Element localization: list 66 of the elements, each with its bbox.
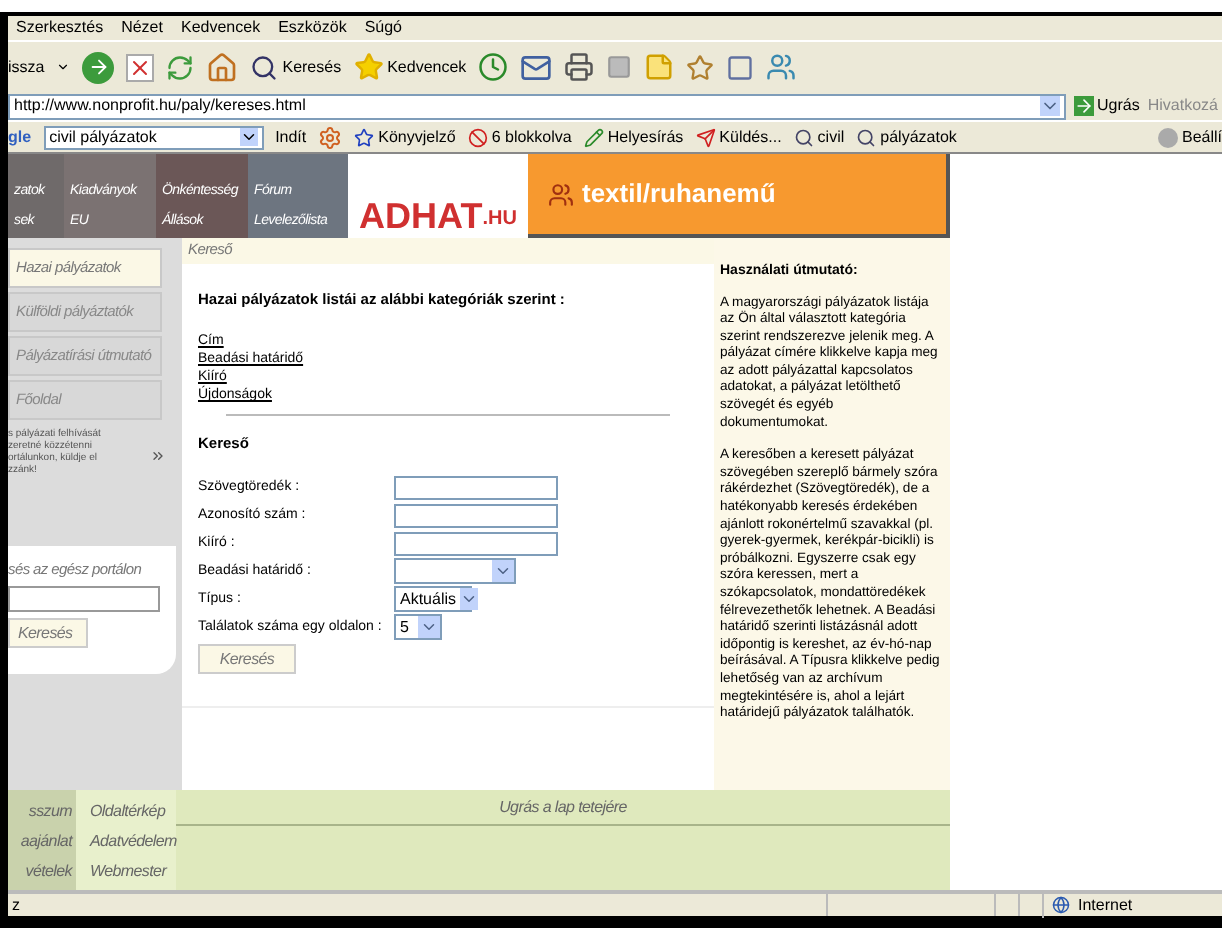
- menu-item[interactable]: Eszközök: [278, 16, 347, 40]
- menu-item[interactable]: Nézet: [121, 16, 163, 40]
- go-button[interactable]: Ugrás: [1073, 94, 1140, 118]
- dropdown-icon: [460, 588, 479, 611]
- zone-label: Internet: [1078, 893, 1133, 917]
- messenger-icon[interactable]: [766, 52, 797, 82]
- pencil-icon: [583, 127, 604, 147]
- stop-icon[interactable]: [126, 53, 155, 81]
- favorites-button[interactable]: Kedvencek: [353, 52, 467, 82]
- bookmarks-button[interactable]: Könyvjelző: [354, 125, 456, 149]
- google-logo: gle: [8, 125, 32, 149]
- settings-button[interactable]: Beállí: [1157, 125, 1222, 149]
- arrow-icon[interactable]: [150, 448, 166, 464]
- note-icon[interactable]: [644, 52, 675, 82]
- input-field[interactable]: [394, 475, 558, 500]
- site-search-field[interactable]: [8, 586, 160, 613]
- figure-icon: [548, 181, 574, 207]
- search-button[interactable]: Keresés: [198, 644, 296, 674]
- refresh-icon[interactable]: [166, 53, 195, 81]
- dropdown-icon[interactable]: [239, 128, 258, 146]
- search-icon: [856, 127, 877, 147]
- footer-link[interactable]: vételek: [25, 859, 72, 881]
- highlight-term-button[interactable]: pályázatok: [856, 125, 957, 149]
- forward-icon[interactable]: [82, 51, 115, 83]
- select-field[interactable]: [394, 558, 516, 585]
- caret-icon[interactable]: [56, 60, 71, 74]
- back-button[interactable]: issza: [8, 55, 45, 79]
- footer-link[interactable]: Adatvédelem: [90, 829, 176, 851]
- globe-icon: [1052, 896, 1070, 914]
- google-search-field[interactable]: civil pályázatok: [43, 125, 264, 149]
- select-field[interactable]: 5: [394, 614, 442, 641]
- star-icon: [353, 52, 384, 82]
- spellcheck-button[interactable]: Helyesírás: [583, 125, 684, 149]
- history-icon[interactable]: [478, 52, 509, 82]
- star-icon: [354, 127, 375, 147]
- highlight-term-button[interactable]: civil: [793, 125, 845, 149]
- search-button[interactable]: Indít: [275, 125, 307, 149]
- menu-item[interactable]: Súgó: [364, 16, 402, 40]
- send-button[interactable]: Küldés...: [695, 125, 782, 149]
- address-field[interactable]: http://www.nonprofit.hu/paly/kereses.html: [8, 93, 1066, 119]
- search-icon: [793, 127, 814, 147]
- footer-link[interactable]: Oldaltérkép: [90, 799, 176, 821]
- mail-icon[interactable]: [520, 51, 553, 83]
- menu-item[interactable]: Kedvencek: [180, 16, 261, 40]
- dropdown-icon: [418, 616, 440, 639]
- select-field[interactable]: Aktuális: [394, 586, 472, 613]
- search-button[interactable]: Keresés: [250, 53, 342, 81]
- options-icon[interactable]: [318, 125, 343, 149]
- back-to-top-link[interactable]: Ugrás a lap tetejére: [499, 795, 627, 819]
- input-field[interactable]: [394, 503, 558, 528]
- printer-icon[interactable]: [564, 52, 595, 82]
- footer-link[interactable]: sszum: [28, 799, 72, 821]
- bookmark-icon[interactable]: [686, 53, 715, 81]
- search-icon: [250, 53, 279, 81]
- footer-link[interactable]: Webmester: [90, 859, 176, 881]
- send-icon: [695, 127, 716, 147]
- footer-link[interactable]: aajánlat: [20, 829, 72, 851]
- blocked-icon: [467, 127, 488, 147]
- home-icon[interactable]: [206, 51, 239, 83]
- banner: textil/ruhanemű: [528, 154, 950, 238]
- status-text: z: [10, 893, 22, 917]
- menu-item[interactable]: Szerkesztés: [16, 16, 104, 40]
- popup-blocker-button[interactable]: 6 blokkolva: [467, 125, 572, 149]
- input-field[interactable]: [394, 531, 558, 556]
- dropdown-icon: [492, 560, 514, 583]
- site-search-button[interactable]: Keresés: [8, 618, 88, 649]
